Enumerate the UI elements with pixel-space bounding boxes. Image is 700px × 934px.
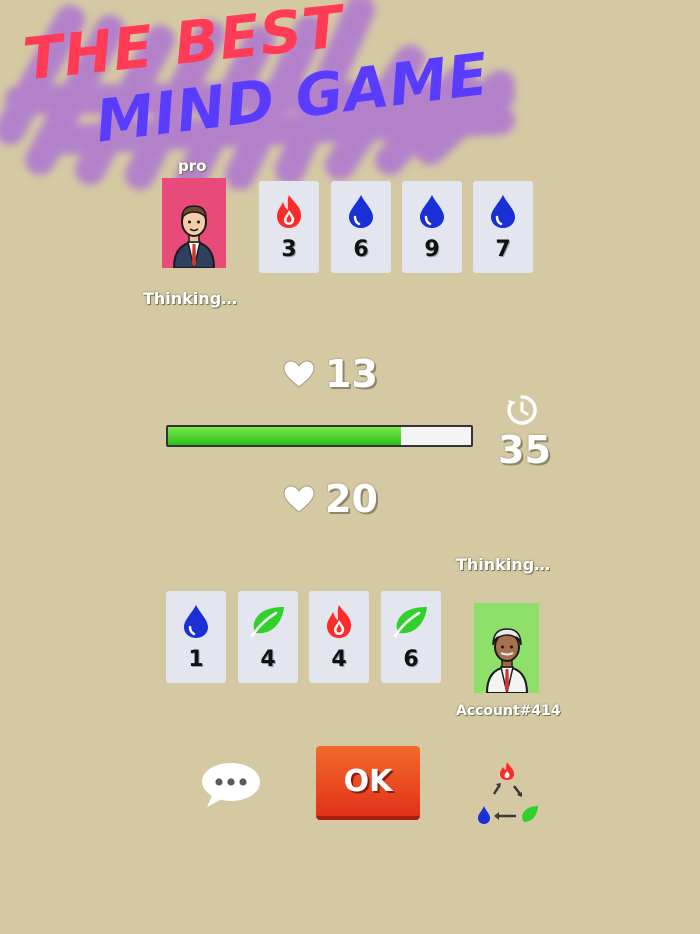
ok-button[interactable]: OK: [316, 746, 420, 820]
player-hp-value: 20: [325, 477, 378, 521]
leaf-icon: [393, 603, 429, 639]
water-drop-icon: [347, 193, 375, 229]
player-hp: 20: [283, 477, 378, 521]
opponent-avatar[interactable]: [162, 178, 226, 268]
player-avatar[interactable]: [474, 603, 539, 693]
water-drop-icon: [489, 193, 517, 229]
player-status: Thinking…: [456, 555, 551, 574]
water-drop-icon: [182, 603, 210, 639]
card-value: 9: [424, 237, 440, 262]
opponent-name: pro: [178, 157, 207, 175]
businessman-icon: [172, 205, 216, 268]
card-value: 1: [188, 647, 204, 672]
opponent-hp: 13: [283, 352, 378, 396]
timer-value: 35: [498, 428, 551, 472]
card-value: 6: [353, 237, 369, 262]
water-drop-icon: [418, 193, 446, 229]
opponent-card: 6: [331, 181, 391, 273]
fire-icon: [274, 193, 304, 229]
element-cycle-icon[interactable]: [474, 760, 542, 830]
leaf-icon: [250, 603, 286, 639]
opponent-card: 7: [473, 181, 533, 273]
card-value: 7: [495, 237, 511, 262]
ok-button-label: OK: [343, 763, 393, 799]
player-card[interactable]: 1: [166, 591, 226, 683]
opponent-card: 9: [402, 181, 462, 273]
opponent-hp-value: 13: [325, 352, 378, 396]
player-card[interactable]: 4: [309, 591, 369, 683]
turn-timer-bar: [166, 425, 473, 447]
card-value: 3: [281, 237, 297, 262]
card-value: 6: [403, 647, 419, 672]
player-card[interactable]: 6: [381, 591, 441, 683]
chat-bubble-icon[interactable]: [199, 760, 263, 814]
player-card[interactable]: 4: [238, 591, 298, 683]
card-value: 4: [331, 647, 347, 672]
opponent-status: Thinking…: [143, 289, 238, 308]
fire-icon: [324, 603, 354, 639]
heart-icon: [283, 485, 315, 513]
old-man-icon: [485, 628, 528, 693]
opponent-card: 3: [259, 181, 319, 273]
card-value: 4: [260, 647, 276, 672]
turn-timer-fill: [168, 427, 402, 445]
timer-icon: [506, 394, 538, 430]
heart-icon: [283, 360, 315, 388]
player-name: Account#414: [456, 703, 561, 719]
